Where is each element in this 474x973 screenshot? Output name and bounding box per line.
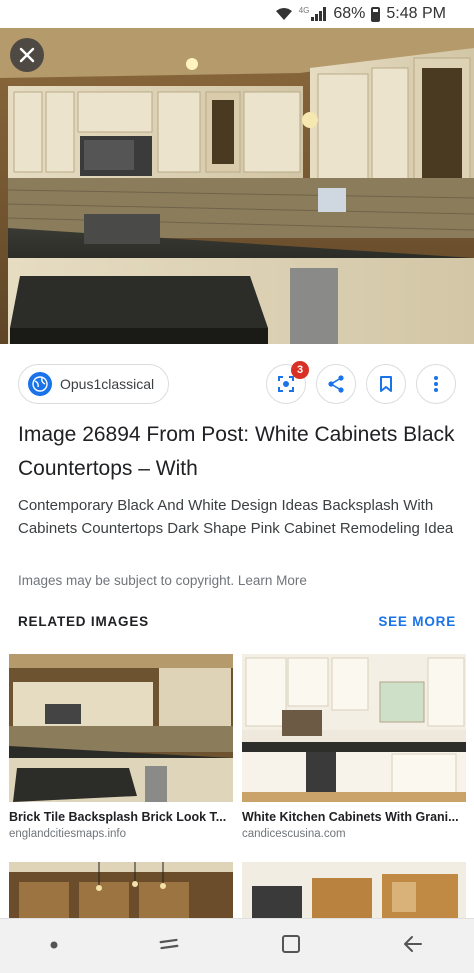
action-buttons: 3 (266, 361, 456, 404)
related-image-item[interactable] (242, 862, 466, 918)
clock: 5:48 PM (386, 5, 446, 22)
back-icon[interactable] (401, 932, 425, 961)
image-title[interactable]: Image 26894 From Post: White Cabinets Bl… (18, 418, 458, 486)
close-button[interactable] (10, 38, 44, 72)
related-thumbnail[interactable] (242, 862, 466, 918)
source-chip[interactable]: Opus1classical (18, 364, 170, 404)
bookmark-icon (380, 376, 392, 392)
related-caption: Brick Tile Backsplash Brick Look T... (9, 810, 227, 824)
lens-badge: 3 (291, 361, 309, 379)
battery-icon (371, 6, 381, 22)
more-options-button[interactable] (416, 364, 456, 404)
related-image-item[interactable] (9, 862, 233, 918)
more-vert-icon (434, 376, 438, 392)
source-row: Opus1classical 3 (18, 361, 456, 404)
related-source: candicescusina.com (242, 828, 346, 840)
related-caption: White Kitchen Cabinets With Grani... (242, 810, 459, 824)
related-image-item[interactable]: Brick Tile Backsplash Brick Look T... en… (9, 654, 233, 840)
home-icon[interactable] (279, 932, 303, 961)
network-type: 4G (298, 6, 310, 15)
globe-icon (28, 372, 52, 396)
save-button[interactable] (366, 364, 406, 404)
related-source: englandcitiesmaps.info (9, 828, 126, 840)
dot-icon[interactable] (49, 937, 59, 955)
main-image[interactable] (0, 28, 474, 344)
see-more-link[interactable]: SEE MORE (378, 614, 456, 629)
related-thumbnail[interactable] (9, 862, 233, 918)
related-image-item[interactable]: White Kitchen Cabinets With Grani... can… (242, 654, 466, 840)
lens-icon (278, 376, 294, 392)
signal-icon (311, 7, 327, 21)
recent-apps-icon[interactable] (157, 932, 181, 961)
lens-button[interactable]: 3 (266, 361, 309, 404)
source-name: Opus1classical (60, 376, 155, 392)
image-description: Contemporary Black And White Design Idea… (18, 497, 454, 537)
battery-percent: 68% (333, 5, 366, 22)
share-button[interactable] (316, 364, 356, 404)
status-bar: 4G 68% 5:48 PM (0, 0, 474, 28)
wifi-icon (275, 7, 293, 21)
related-images-header: RELATED IMAGES SEE MORE (18, 614, 456, 629)
related-thumbnail[interactable] (9, 654, 233, 802)
system-navigation-bar (0, 918, 474, 973)
close-icon (19, 47, 35, 63)
related-thumbnail[interactable] (242, 654, 466, 802)
copyright-notice[interactable]: Images may be subject to copyright. Lear… (18, 573, 307, 588)
related-images-heading: RELATED IMAGES (18, 614, 149, 629)
share-icon (328, 375, 344, 393)
